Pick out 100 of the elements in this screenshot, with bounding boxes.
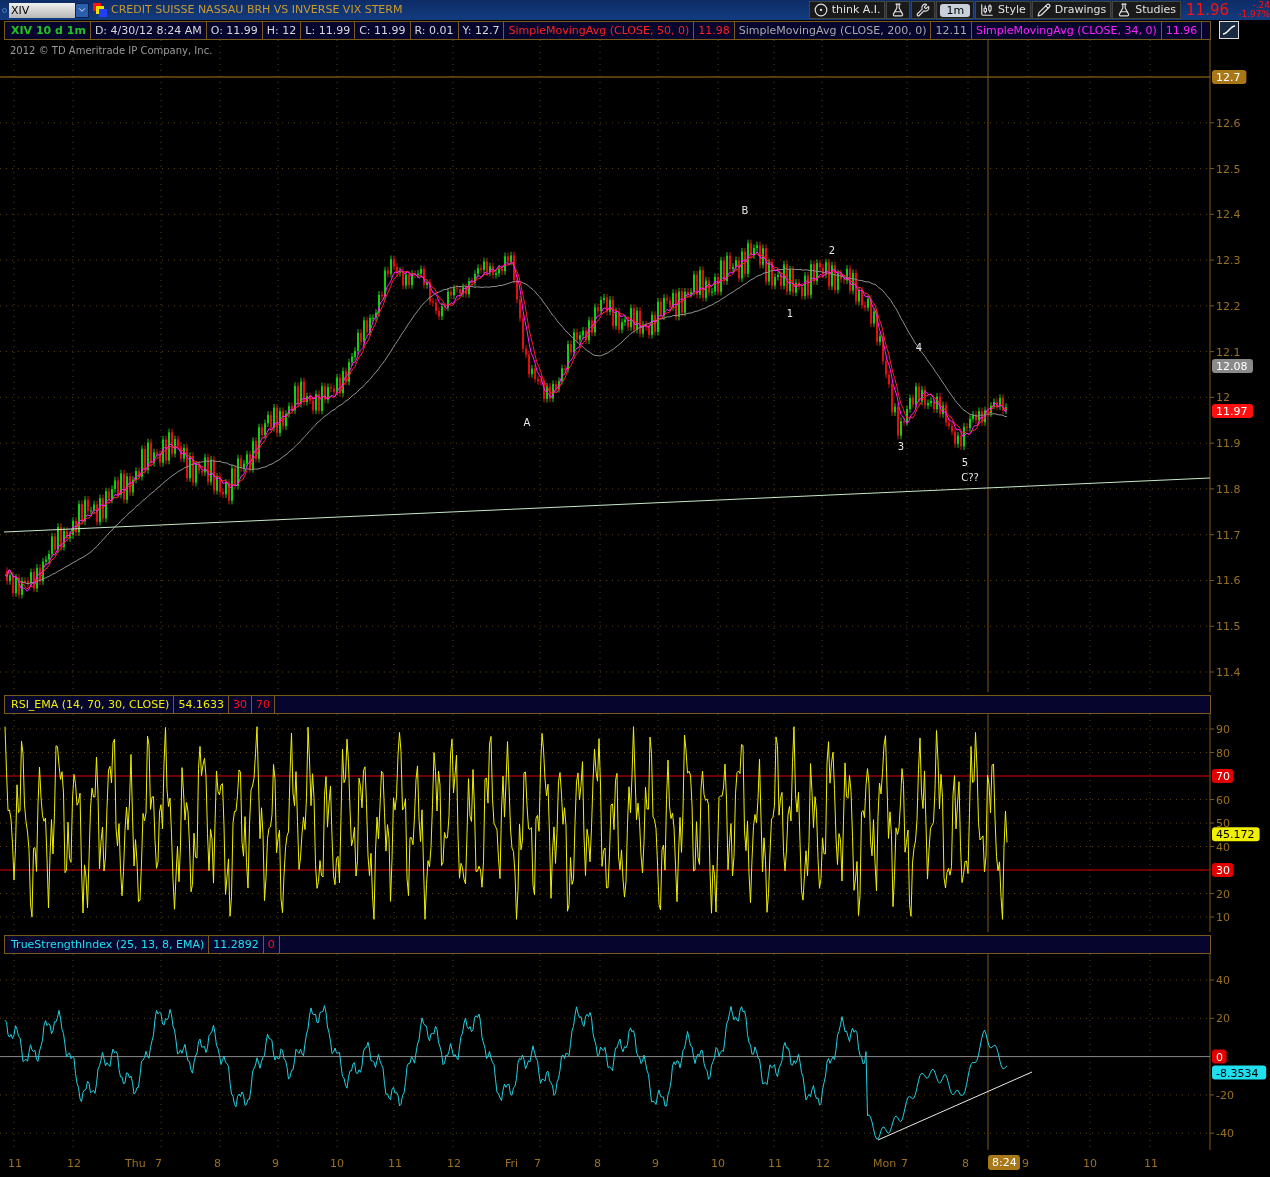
study-legend-label: TrueStrengthIndex (25, 13, 8, EMA) xyxy=(5,936,210,953)
time-label: 9 xyxy=(1022,1157,1029,1170)
axis-tick-label: 10 xyxy=(1216,911,1230,924)
price-badge: 45.172 xyxy=(1212,827,1260,842)
axis-tick-label: 12.5 xyxy=(1216,162,1241,176)
copyright-text: 2012 © TD Ameritrade IP Company, Inc. xyxy=(10,45,213,56)
axis-tick-label: 20 xyxy=(1216,887,1230,901)
toolbar-button[interactable]: Drawings xyxy=(1031,1,1112,19)
study-legend-label: 11.2892 xyxy=(209,936,264,953)
time-label: 10 xyxy=(1083,1157,1097,1170)
time-label: 9 xyxy=(652,1157,659,1170)
toolbar-button[interactable]: Style xyxy=(975,1,1031,19)
wave-label: 3 xyxy=(897,441,905,452)
aggregation-button[interactable]: 1m xyxy=(936,1,975,19)
study-legend-label: 0 xyxy=(263,936,280,953)
wave-label: 1 xyxy=(786,308,794,319)
curve-icon xyxy=(1222,24,1236,36)
time-label: Fri xyxy=(505,1157,519,1170)
legend-label: 11.96 xyxy=(1161,22,1203,39)
wrench-icon xyxy=(916,3,931,17)
time-label: 7 xyxy=(534,1157,541,1170)
legend-label: Y: 12.7 xyxy=(458,22,505,39)
price-change: -.24 xyxy=(1252,1,1270,10)
time-label: 7 xyxy=(155,1157,162,1170)
price-badge: -8.3534 xyxy=(1212,1065,1267,1080)
toolbar-button[interactable]: think A.I. xyxy=(808,1,886,19)
time-label: 12 xyxy=(447,1157,461,1170)
axis-tick-label: 12.3 xyxy=(1216,254,1241,268)
legend-label: L: 11.99 xyxy=(301,22,356,39)
price-badge: 30 xyxy=(1212,863,1234,877)
axis-tick-label: 12.2 xyxy=(1216,299,1241,313)
study-legend-label: 30 xyxy=(228,696,252,713)
price-badge: 12.7 xyxy=(1212,70,1247,84)
study-legend-label: RSI_EMA (14, 70, 30, CLOSE) xyxy=(5,696,175,713)
time-label: 9 xyxy=(272,1157,279,1170)
time-label: 10 xyxy=(711,1157,725,1170)
axis-tick-label: 11.4 xyxy=(1216,666,1241,679)
time-label: 11 xyxy=(388,1157,402,1170)
time-label: Mon xyxy=(873,1157,897,1170)
wave-label: B xyxy=(741,205,749,216)
axis-tick-label: 50 xyxy=(1216,817,1230,830)
legend-label: SimpleMovingAvg (CLOSE, 200, 0) xyxy=(734,22,932,39)
link-squares-icon xyxy=(93,3,107,17)
legend-label: C: 11.99 xyxy=(355,22,411,39)
toolbar-button[interactable]: Studies xyxy=(1112,1,1182,19)
legend-label: XIV 10 d 1m xyxy=(5,22,91,39)
legend-label: O: 11.99 xyxy=(206,22,263,39)
time-label: Thu xyxy=(125,1157,146,1170)
flask-icon xyxy=(891,3,906,17)
study-legend-label: 54.1633 xyxy=(174,696,229,713)
price-badge: 11.97 xyxy=(1212,404,1253,418)
axis-tick-label: 11.8 xyxy=(1216,482,1241,496)
toolbar-button[interactable] xyxy=(886,1,911,19)
legend-label: D: 4/30/12 8:24 AM xyxy=(90,22,207,39)
price-badge: 0 xyxy=(1212,1049,1227,1064)
time-label: 8 xyxy=(594,1157,601,1170)
candlestick-icon xyxy=(980,3,995,17)
legend-label: 11.98 xyxy=(694,22,735,39)
cursor-time-badge: 8:24 xyxy=(988,1155,1020,1170)
time-label: 11 xyxy=(768,1157,782,1170)
axis-tick-label: 20 xyxy=(1216,1012,1230,1026)
axis-tick-label: 11.9 xyxy=(1216,437,1241,451)
time-label: 7 xyxy=(901,1157,908,1170)
legend-label: H: 12 xyxy=(262,22,302,39)
time-label: 12 xyxy=(816,1157,830,1170)
time-label: 8 xyxy=(962,1157,969,1170)
symbol-dropdown-button[interactable] xyxy=(75,2,89,18)
legend-label: SimpleMovingAvg (CLOSE, 34, 0) xyxy=(972,22,1162,39)
legend-label: R: 0.01 xyxy=(410,22,459,39)
price-badge: 12.08 xyxy=(1212,359,1253,373)
study-legend-label: 70 xyxy=(251,696,275,713)
legend-label: 12.11 xyxy=(931,22,972,39)
axis-tick-label: 12.6 xyxy=(1216,116,1241,130)
time-label: 11 xyxy=(8,1157,22,1170)
axis-tick-label: -40 xyxy=(1216,1127,1234,1141)
axis-tick-label: 11.6 xyxy=(1216,574,1241,588)
symbol-field[interactable]: XIV xyxy=(9,2,75,18)
legend-label: SimpleMovingAvg (CLOSE, 50, 0) xyxy=(504,22,695,39)
last-price: 11.96 xyxy=(1186,1,1229,19)
axis-tick-label: 40 xyxy=(1216,974,1230,987)
axis-tick-label: 12 xyxy=(1216,391,1230,405)
axis-tick-label: 12.4 xyxy=(1216,208,1241,222)
chart-style-button[interactable] xyxy=(1219,21,1239,39)
axis-tick-label: 11.5 xyxy=(1216,620,1241,634)
axis-tick-label: 11.7 xyxy=(1216,528,1241,542)
price-change-percent: -1.97% xyxy=(1238,10,1270,19)
flask-icon xyxy=(1117,3,1132,17)
axis-tick-label: 80 xyxy=(1216,746,1230,760)
axis-tick-label: -20 xyxy=(1216,1088,1234,1102)
caret-icon xyxy=(77,5,87,15)
axis-tick-label: 12.1 xyxy=(1216,345,1241,359)
axis-tick-label: 90 xyxy=(1216,723,1230,736)
wave-label: A xyxy=(523,417,531,428)
time-label: 11 xyxy=(1144,1157,1158,1170)
pencil-icon xyxy=(1036,3,1051,17)
wave-label: C?? xyxy=(961,472,979,483)
instrument-title: CREDIT SUISSE NASSAU BRH VS INVERSE VIX STERM xyxy=(111,1,403,18)
price-badge: 70 xyxy=(1212,769,1234,783)
toolbar-button[interactable] xyxy=(911,1,936,19)
time-label: 8 xyxy=(214,1157,221,1170)
